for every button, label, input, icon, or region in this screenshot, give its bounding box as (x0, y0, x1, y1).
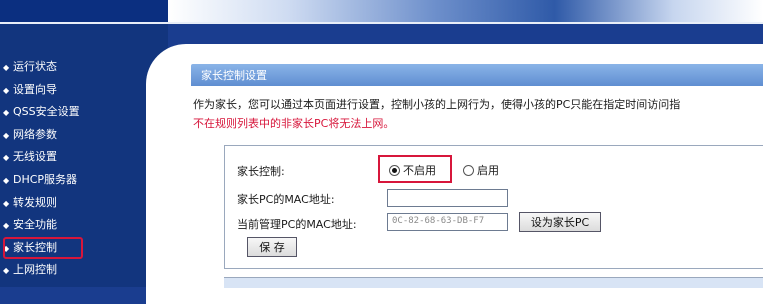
radio-checked-icon[interactable] (389, 164, 400, 176)
sidebar-item-status[interactable]: ◆ 运行状态 (3, 56, 83, 79)
sidebar-item-label: 设置向导 (13, 82, 57, 96)
sidebar-item-label: DHCP服务器 (13, 172, 78, 186)
diamond-bullet-icon: ◆ (3, 243, 10, 253)
current-mac-label: 当前管理PC的MAC地址: (237, 218, 357, 231)
sidebar-item-parental-control[interactable]: ◆ 家长控制 (3, 236, 83, 260)
sidebar-item-network[interactable]: ◆ 网络参数 (3, 124, 83, 147)
parent-mac-label: 家长PC的MAC地址: (237, 193, 335, 206)
diamond-bullet-icon: ◆ (3, 130, 10, 140)
header-banner-image (168, 0, 763, 22)
diamond-bullet-icon: ◆ (3, 221, 10, 231)
sidebar-item-forwarding[interactable]: ◆ 转发规则 (3, 192, 83, 215)
radio-disable-label: 不启用 (403, 164, 436, 177)
diamond-bullet-icon: ◆ (3, 85, 10, 95)
sidebar-item-security[interactable]: ◆ 安全功能 (3, 214, 83, 237)
sidebar-item-label: 上网控制 (13, 263, 57, 277)
sidebar-item-label: 运行状态 (13, 60, 57, 73)
diamond-bullet-icon: ◆ (3, 266, 10, 276)
diamond-bullet-icon: ◆ (3, 175, 10, 185)
panel-description: 作为家长，您可以通过本页面进行设置，控制小孩的上网行为，使得小孩的PC只能在指定… (193, 98, 681, 111)
sidebar-item-dhcp[interactable]: ◆ DHCP服务器 (3, 169, 83, 192)
diamond-bullet-icon: ◆ (3, 108, 10, 118)
radio-enable[interactable]: 启用 (463, 160, 499, 180)
current-mac-field: 0C-82-68-63-DB-F7 (387, 213, 508, 231)
sidebar-item-label: 转发规则 (13, 195, 57, 209)
sidebar-item-label: 无线设置 (13, 150, 57, 164)
header-banner-left (0, 0, 168, 22)
sidebar-item-wizard[interactable]: ◆ 设置向导 (3, 79, 83, 102)
sidebar-item-label: 网络参数 (13, 127, 57, 141)
rules-table-header (224, 277, 763, 288)
save-button[interactable]: 保 存 (247, 237, 297, 257)
radio-enable-label: 启用 (477, 164, 499, 177)
radio-unchecked-icon[interactable] (463, 164, 474, 176)
panel-header: 家长控制设置 (191, 64, 763, 86)
parent-mac-input[interactable] (387, 189, 508, 207)
diamond-bullet-icon: ◆ (3, 198, 10, 208)
parental-control-label: 家长控制: (237, 165, 285, 178)
page-title: 家长控制设置 (201, 69, 267, 82)
diamond-bullet-icon: ◆ (3, 153, 10, 163)
diamond-bullet-icon: ◆ (3, 63, 10, 72)
sidebar-nav: ◆ 运行状态 ◆ 设置向导 ◆ QSS安全设置 ◆ 网络参数 ◆ 无线设置 ◆ DHCP服务… (3, 56, 83, 282)
sidebar-item-label: QSS安全设置 (13, 105, 80, 119)
sidebar-item-label: 家长控制 (13, 240, 57, 254)
sidebar-item-qss[interactable]: ◆ QSS安全设置 (3, 101, 83, 124)
radio-disable[interactable]: 不启用 (389, 160, 436, 180)
sidebar-item-access-control[interactable]: ◆ 上网控制 (3, 259, 83, 282)
set-parent-pc-button[interactable]: 设为家长PC (519, 212, 601, 232)
sidebar-item-wireless[interactable]: ◆ 无线设置 (3, 146, 83, 169)
sidebar-item-label: 安全功能 (13, 218, 57, 232)
panel-warning: 不在规则列表中的非家长PC将无法上网。 (193, 117, 395, 130)
